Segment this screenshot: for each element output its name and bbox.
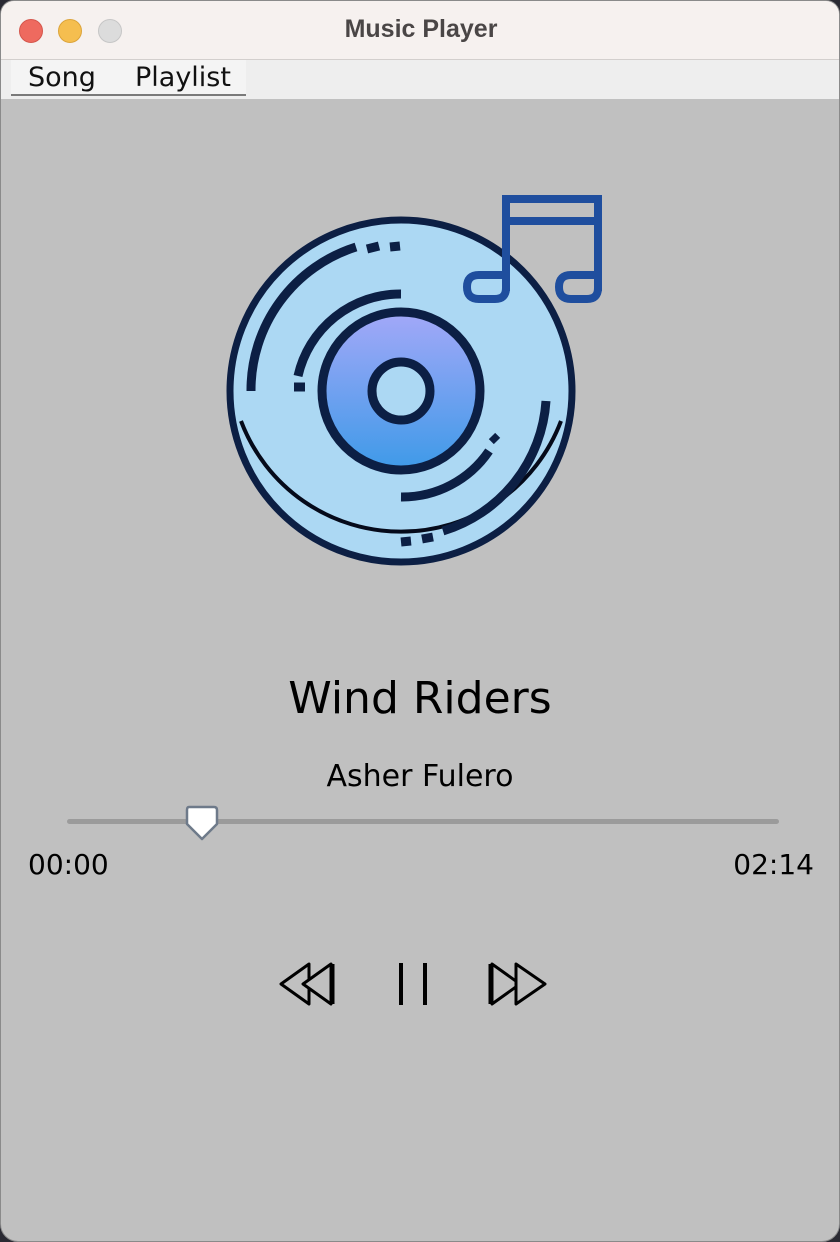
fast-forward-icon: [488, 962, 547, 1006]
playback-slider[interactable]: [67, 801, 779, 845]
vinyl-record-with-music-note-icon: [226, 195, 602, 566]
song-artist: Asher Fulero: [326, 759, 514, 794]
groove-dash-bottom-2: [400, 536, 412, 547]
music-note-head-left: [462, 271, 510, 303]
rewind-button[interactable]: [275, 956, 339, 1012]
menu-song[interactable]: Song: [28, 62, 96, 93]
pause-icon: [399, 963, 427, 1005]
song-title: Wind Riders: [288, 673, 552, 724]
menu-bar: Song Playlist: [1, 60, 839, 99]
title-bar[interactable]: Music Player: [1, 1, 839, 60]
groove-dash-top-1: [365, 241, 381, 254]
window-title: Music Player: [344, 15, 498, 43]
music-player-window: Music Player Song Playlist Wind Riders A…: [0, 0, 840, 1242]
groove-dot-right: [488, 432, 501, 445]
rewind-icon: [279, 962, 335, 1006]
groove-dash-top-2: [389, 241, 401, 252]
menu-group: Song Playlist: [11, 60, 246, 96]
slider-track[interactable]: [67, 819, 779, 824]
groove-dash-bottom-1: [421, 532, 434, 544]
menu-playlist[interactable]: Playlist: [135, 62, 231, 93]
current-time: 00:00: [28, 848, 109, 881]
disc-spindle: [367, 357, 435, 425]
slider-thumb[interactable]: [185, 804, 219, 842]
music-note-beam: [502, 195, 602, 225]
total-time: 02:14: [733, 848, 814, 881]
music-note-head-right: [554, 271, 602, 303]
fast-forward-button[interactable]: [485, 956, 551, 1012]
pause-button[interactable]: [389, 956, 437, 1012]
